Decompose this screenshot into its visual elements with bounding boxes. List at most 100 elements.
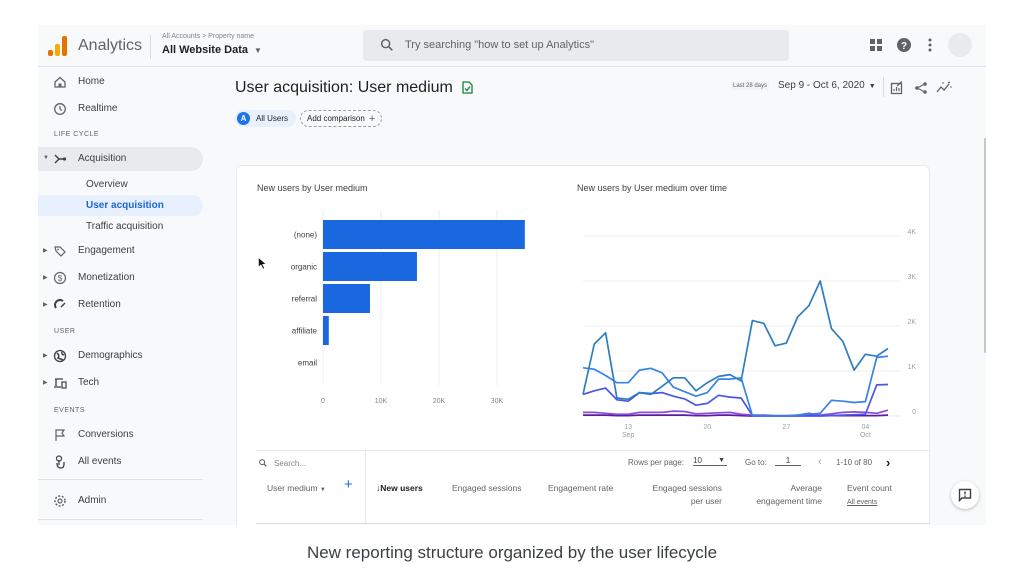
- bar-chart-title: New users by User medium: [257, 183, 368, 193]
- svg-text:?: ?: [901, 41, 907, 52]
- line-x-tick-label: 20: [703, 424, 711, 431]
- column-header-engagement-rate[interactable]: Engagement rate: [548, 482, 613, 495]
- sidebar-item-home[interactable]: Home: [38, 70, 203, 94]
- sidebar-item-label: All events: [78, 456, 122, 467]
- table-top-border: [256, 450, 930, 451]
- bar-category-label: organic: [291, 263, 317, 272]
- go-to-input[interactable]: 1: [775, 456, 801, 466]
- line-x-tick-label: 04: [862, 424, 870, 431]
- breadcrumb[interactable]: All Accounts > Property name: [162, 33, 254, 40]
- column-header-label: Event count: [847, 483, 892, 493]
- dollar-icon: $: [53, 271, 67, 285]
- add-dimension-icon[interactable]: +: [344, 477, 353, 492]
- add-comparison-button[interactable]: Add comparison +: [300, 110, 383, 127]
- share-icon[interactable]: [914, 81, 928, 95]
- customize-report-icon[interactable]: [461, 81, 474, 94]
- prev-page-icon[interactable]: ‹: [818, 456, 822, 468]
- help-icon[interactable]: ?: [896, 37, 912, 53]
- magnet-icon: [54, 299, 66, 309]
- event-filter-select[interactable]: All events: [847, 499, 877, 506]
- sidebar-item-label: Home: [78, 76, 105, 87]
- analytics-logo: [48, 36, 68, 56]
- header-divider: [150, 35, 151, 59]
- bar-category-label: affiliate: [292, 327, 318, 336]
- page-title: User acquisition: User medium: [235, 79, 474, 97]
- sidebar-item-acquisition[interactable]: ▼ Acquisition: [38, 147, 203, 171]
- search-bar[interactable]: Try searching "how to set up Analytics": [363, 30, 789, 61]
- gear-icon: [54, 495, 66, 507]
- sidebar-item-demographics[interactable]: ▶ Demographics: [38, 344, 203, 368]
- column-header-new-users[interactable]: ↓New users: [376, 482, 423, 495]
- dimension-header-label: User medium: [267, 483, 318, 493]
- bar-chart: 0 10K 20K 30K (none) organic referral affiliate…: [291, 210, 525, 405]
- line-x-tick-sublabel: Sep: [622, 432, 635, 439]
- column-header-average-engagement-time[interactable]: Average engagement time: [744, 482, 822, 508]
- sidebar-subitem-overview[interactable]: Overview: [38, 174, 203, 195]
- sidebar-item-tech[interactable]: ▶ Tech: [38, 371, 203, 395]
- bar-category-label: email: [298, 359, 317, 368]
- bar-x-tick-label: 30K: [491, 398, 504, 405]
- rows-per-page-select[interactable]: 10 ▼: [693, 456, 727, 466]
- devices-icon: [54, 378, 67, 389]
- expand-arrow-icon: ▶: [43, 302, 48, 308]
- sidebar-item-label: Tech: [78, 377, 100, 388]
- analytics-window: Analytics All Accounts > Property name A…: [38, 25, 986, 525]
- column-header-event-count[interactable]: Event count All events: [847, 482, 902, 509]
- dimension-column-header[interactable]: User medium ▼: [267, 482, 326, 497]
- page-scrollbar[interactable]: [984, 138, 986, 353]
- sidebar-item-retention[interactable]: ▶ Retention: [38, 293, 203, 317]
- rows-per-page-value: 10: [693, 456, 702, 465]
- table-column-divider: [365, 450, 366, 525]
- line-series-referral: [582, 383, 889, 417]
- more-vert-icon[interactable]: [922, 37, 938, 53]
- sidebar-item-realtime[interactable]: Realtime: [38, 97, 203, 121]
- feedback-icon: [958, 488, 972, 502]
- add-comparison-label: Add comparison: [307, 114, 365, 123]
- search-icon: [380, 38, 393, 51]
- acquisition-icon: [54, 154, 67, 164]
- sidebar-item-engagement[interactable]: ▶ Engagement: [38, 239, 203, 263]
- date-range-text: Sep 9 - Oct 6, 2020: [778, 80, 865, 91]
- feedback-button[interactable]: [951, 481, 979, 509]
- expand-arrow-icon: ▶: [43, 353, 48, 359]
- sidebar-subitem-traffic-acquisition[interactable]: Traffic acquisition: [38, 216, 203, 237]
- clock-icon: [54, 103, 66, 115]
- line-y-tick-label: 3K: [907, 274, 916, 281]
- column-header-engaged-sessions-per-user[interactable]: Engaged sessions per user: [642, 482, 722, 508]
- caret-down-icon: ▼: [868, 83, 876, 90]
- edit-report-icon[interactable]: [890, 81, 904, 95]
- rows-per-page-label: Rows per page:: [628, 458, 685, 467]
- insights-icon[interactable]: [936, 81, 952, 95]
- table-header-divider: [256, 523, 930, 524]
- globe-icon: [53, 349, 67, 363]
- sidebar-item-monetization[interactable]: ▶ $ Monetization: [38, 266, 203, 290]
- sidebar-item-label: Conversions: [78, 429, 134, 440]
- section-label-user: USER: [54, 328, 76, 335]
- property-selector[interactable]: All Website Data ▼: [162, 44, 262, 56]
- tag-icon: [54, 246, 66, 257]
- sidebar-subitem-label: User acquisition: [86, 200, 164, 211]
- sidebar-item-admin[interactable]: Admin: [38, 489, 203, 513]
- sidebar-subitem-label: Overview: [86, 179, 128, 190]
- date-preset-badge: Last 28 days: [731, 82, 770, 90]
- bar-organic: [323, 252, 417, 281]
- table-search-input[interactable]: Search...: [258, 458, 306, 468]
- sidebar-item-all-events[interactable]: All events: [38, 450, 203, 474]
- pagination-range: 1-10 of 80: [836, 458, 873, 467]
- sidebar-item-label: Admin: [78, 495, 107, 506]
- next-page-icon[interactable]: ›: [886, 455, 890, 470]
- column-header-engaged-sessions[interactable]: Engaged sessions: [452, 482, 521, 495]
- date-range-picker[interactable]: Sep 9 - Oct 6, 2020 ▼: [778, 80, 876, 91]
- table-search-placeholder: Search...: [274, 458, 307, 468]
- flag-icon: [55, 429, 66, 441]
- sidebar-item-label: Engagement: [78, 245, 135, 256]
- bar-category-label: referral: [292, 295, 318, 304]
- caret-down-icon: ▼: [718, 457, 725, 464]
- sidebar-subitem-user-acquisition[interactable]: User acquisition: [38, 195, 203, 216]
- search-icon: [259, 459, 267, 467]
- account-avatar[interactable]: [948, 33, 972, 57]
- apps-grid-icon[interactable]: [868, 37, 884, 53]
- caption: New reporting structure organized by the…: [306, 543, 718, 562]
- segment-chip-all-users[interactable]: A All Users: [235, 110, 297, 127]
- sidebar-item-conversions[interactable]: Conversions: [38, 423, 203, 447]
